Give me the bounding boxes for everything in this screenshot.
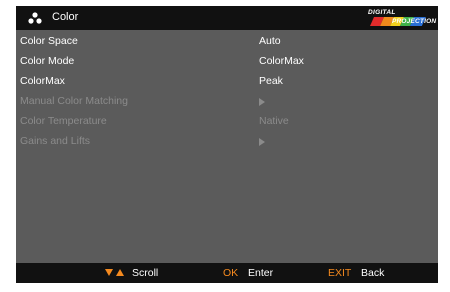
- menu-list: Color Space Auto Color Mode ColorMax Col…: [16, 32, 438, 152]
- menu-item-manual-color-matching[interactable]: Manual Color Matching: [16, 92, 438, 112]
- exit-key-label: EXIT: [328, 267, 352, 279]
- menu-item-value: ColorMax: [259, 55, 304, 67]
- menu-item-label: Color Temperature: [20, 115, 107, 127]
- menu-item-color-temperature[interactable]: Color Temperature Native: [16, 112, 438, 132]
- menu-item-color-mode[interactable]: Color Mode ColorMax: [16, 52, 438, 72]
- down-up-arrows-icon: [105, 269, 124, 276]
- play-arrow-icon: [259, 98, 265, 106]
- digital-projection-logo: DIGITAL PROJECTION: [368, 9, 438, 27]
- menu-item-gains-and-lifts[interactable]: Gains and Lifts: [16, 132, 438, 152]
- menu-item-value: Peak: [259, 75, 283, 87]
- osd-menu-panel: Color DIGITAL PROJECTION Color Space Aut…: [16, 6, 438, 283]
- menu-item-colormax[interactable]: ColorMax Peak: [16, 72, 438, 92]
- menu-item-value: Auto: [259, 35, 281, 47]
- menu-item-label: Color Mode: [20, 55, 75, 67]
- menu-item-label: Color Space: [20, 35, 78, 47]
- menu-item-label: Gains and Lifts: [20, 135, 91, 147]
- menu-item-label: Manual Color Matching: [20, 95, 128, 107]
- play-arrow-icon: [259, 138, 265, 146]
- back-hint-label: Back: [361, 267, 385, 279]
- color-dots-icon: [28, 12, 42, 24]
- menu-item-color-space[interactable]: Color Space Auto: [16, 32, 438, 52]
- enter-hint-label: Enter: [248, 267, 274, 279]
- ok-key-label: OK: [223, 267, 239, 279]
- key-help-bar: Scroll OK Enter EXIT Back: [16, 263, 438, 283]
- menu-item-value: Native: [259, 115, 289, 127]
- menu-item-label: ColorMax: [20, 75, 65, 87]
- title-bar: Color DIGITAL PROJECTION: [16, 6, 438, 30]
- menu-title: Color: [52, 11, 79, 23]
- scroll-hint-label: Scroll: [132, 267, 159, 279]
